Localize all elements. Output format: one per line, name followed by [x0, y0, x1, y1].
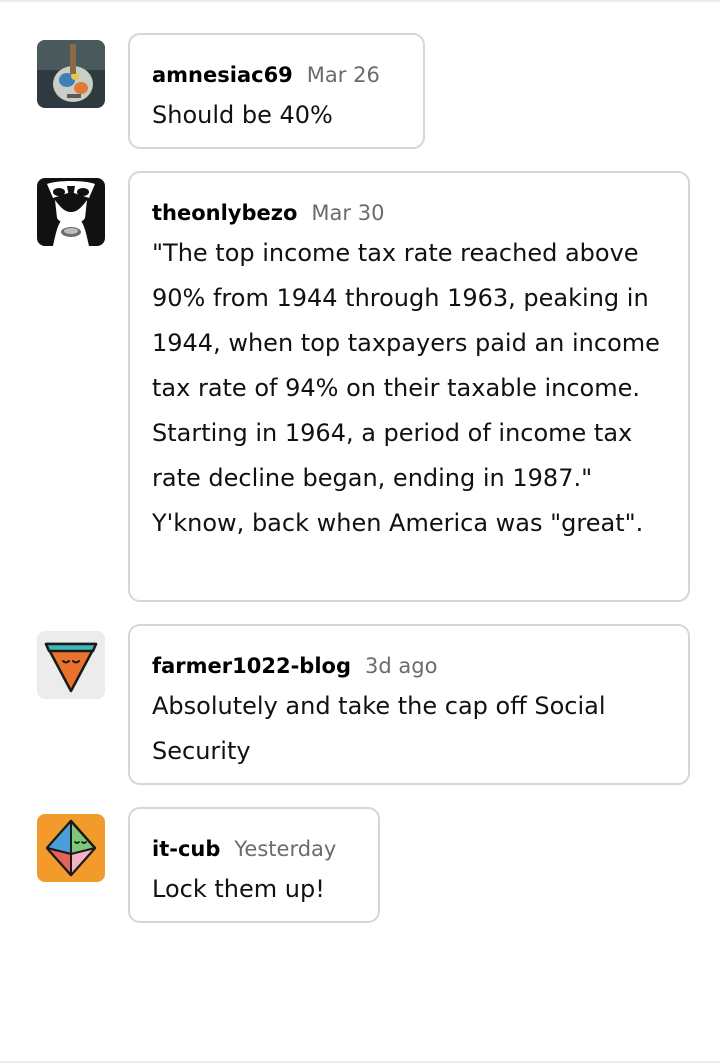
comment-text: Lock them up! [152, 875, 325, 903]
comment-text: Absolutely and take the cap off Social S… [152, 692, 606, 765]
comment-meta: farmer1022-blog 3d ago [152, 648, 666, 684]
comment-bubble: theonlybezo Mar 30 "The top income tax r… [128, 171, 690, 602]
comment-bubble: it-cub Yesterday Lock them up! [128, 807, 380, 923]
comment-meta: theonlybezo Mar 30 [152, 195, 666, 231]
guitar-photo-avatar-icon[interactable] [37, 40, 105, 108]
comment-bubble: amnesiac69 Mar 26 Should be 40% [128, 33, 425, 149]
comment-timestamp: Mar 30 [311, 201, 385, 225]
comment-timestamp: 3d ago [365, 654, 438, 678]
top-divider [0, 0, 720, 2]
comment-username[interactable]: it-cub [152, 831, 220, 867]
comment-text: "The top income tax rate reached above 9… [152, 239, 660, 537]
pizza-slice-avatar-icon[interactable] [37, 631, 105, 699]
gem-avatar-icon[interactable] [37, 814, 105, 882]
comment-meta: it-cub Yesterday [152, 831, 356, 867]
comment-bubble: farmer1022-blog 3d ago Absolutely and ta… [128, 624, 690, 785]
comment-meta: amnesiac69 Mar 26 [152, 57, 401, 93]
comment-username[interactable]: amnesiac69 [152, 57, 293, 93]
comment-username[interactable]: theonlybezo [152, 195, 297, 231]
face-paint-avatar-icon[interactable] [37, 178, 105, 246]
comment-timestamp: Yesterday [234, 837, 337, 861]
comment-username[interactable]: farmer1022-blog [152, 648, 351, 684]
comment-text: Should be 40% [152, 101, 333, 129]
comment-timestamp: Mar 26 [306, 63, 380, 87]
